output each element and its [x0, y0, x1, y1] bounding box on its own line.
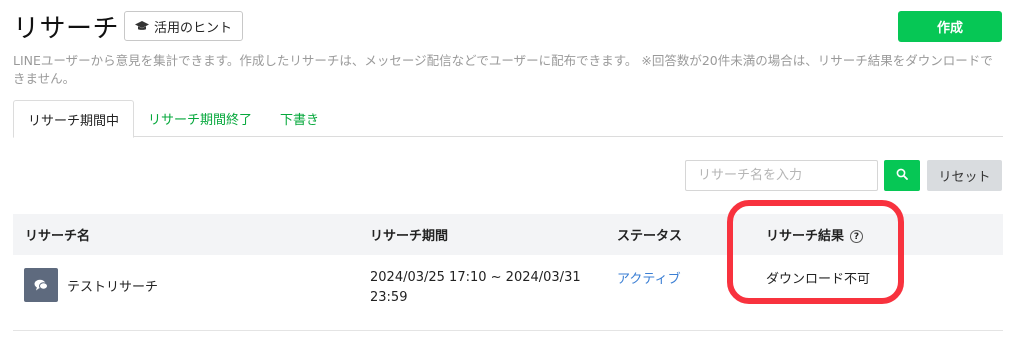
tab-bar: リサーチ期間中 リサーチ期間終了 下書き [13, 100, 1003, 138]
column-header-period: リサーチ期間 [370, 229, 449, 244]
hint-button-label: 活用のヒント [154, 19, 233, 35]
tab-ended-period[interactable]: リサーチ期間終了 [134, 100, 266, 137]
search-button[interactable] [884, 160, 920, 191]
graduation-cap-icon [135, 20, 149, 32]
search-input[interactable] [685, 160, 878, 191]
hint-button[interactable]: 活用のヒント [124, 11, 244, 41]
create-button[interactable]: 作成 [898, 11, 1002, 42]
tab-drafts[interactable]: 下書き [266, 100, 333, 137]
column-header-result-label: リサーチ結果 [766, 229, 845, 244]
research-period-end: 23:59 [370, 290, 408, 305]
tab-active-period[interactable]: リサーチ期間中 [13, 100, 135, 138]
speech-bubble-icon [24, 268, 58, 302]
research-period: 2024/03/25 17:10 ~ 2024/03/31 23:59 [370, 268, 581, 308]
search-icon [896, 168, 908, 183]
page-description: LINEユーザーから意見を集計できます。作成したリサーチは、メッセージ配信などで… [13, 53, 993, 86]
research-name[interactable]: テストリサーチ [67, 276, 158, 295]
reset-button[interactable]: リセット [927, 160, 1002, 191]
research-result: ダウンロード不可 [766, 272, 871, 287]
table-row[interactable]: テストリサーチ 2024/03/25 17:10 ~ 2024/03/31 23… [13, 255, 1003, 331]
column-header-result: リサーチ結果? [766, 225, 864, 244]
column-header-name: リサーチ名 [25, 229, 91, 244]
table-header: リサーチ名 リサーチ期間 ステータス リサーチ結果? [13, 214, 1003, 255]
column-header-status: ステータス [617, 229, 683, 244]
page-title: リサーチ [13, 14, 120, 44]
question-circle-icon[interactable]: ? [850, 230, 864, 243]
research-table: リサーチ名 リサーチ期間 ステータス リサーチ結果? テストリサーチ 2024/… [13, 214, 1003, 331]
research-period-start: 2024/03/25 17:10 ~ 2024/03/31 [370, 270, 581, 285]
research-status[interactable]: アクティブ [617, 268, 681, 287]
